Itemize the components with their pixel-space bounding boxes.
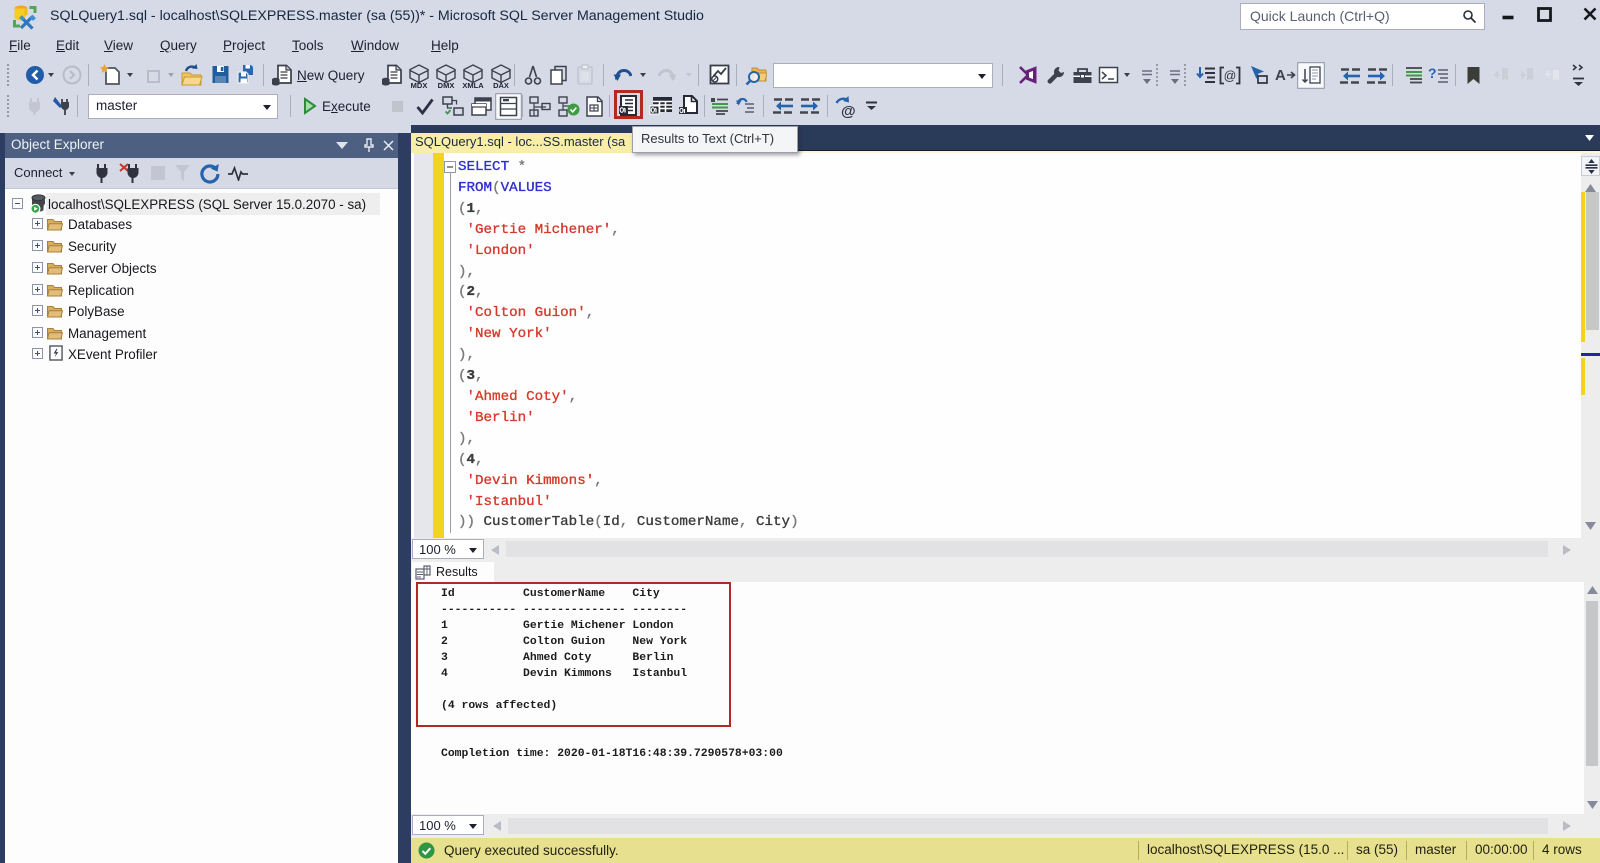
svg-text:A: A — [1275, 67, 1286, 84]
svg-text:DAX: DAX — [493, 81, 509, 89]
svg-text:?: ? — [1428, 65, 1437, 81]
svg-text:@: @ — [1224, 69, 1237, 83]
svg-text:@: @ — [841, 103, 856, 119]
svg-text:XMLA: XMLA — [462, 81, 484, 89]
svg-text:MDX: MDX — [411, 81, 428, 89]
svg-text:DMX: DMX — [438, 81, 455, 89]
